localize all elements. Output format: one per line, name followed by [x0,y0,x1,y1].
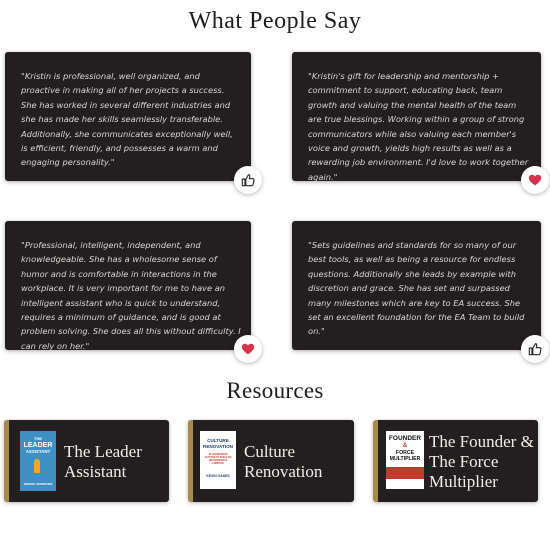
cover-text: THE [34,436,42,441]
resource-card-the-leader-assistant[interactable]: THE LEADER ASSISTANT JEREMY BURROWS The … [4,420,169,502]
book-cover: CULTURE RENOVATION 18 LEADERSHIP ACTIONS… [200,431,236,489]
thumbs-up-button[interactable] [234,166,262,194]
cover-band [386,467,424,479]
heart-icon [241,343,255,355]
resource-card-culture-renovation[interactable]: CULTURE RENOVATION 18 LEADERSHIP ACTIONS… [188,420,354,502]
cover-text: 18 LEADERSHIP ACTIONS TO BUILD AN UNSHAK… [204,453,232,465]
book-cover: THE LEADER ASSISTANT JEREMY BURROWS [20,431,56,491]
cover-figure [34,459,40,473]
heart-icon [528,174,542,186]
testimonial-card: "Kristin's gift for leadership and mento… [292,52,541,182]
book-cover: FOUNDER & FORCE MULTIPLIER [386,431,424,489]
thumbs-up-icon [528,343,542,356]
testimonial-quote: "Kristin is professional, well organized… [21,71,233,168]
cover-text: FOUNDER [388,435,422,442]
testimonial-quote: "Kristin's gift for leadership and mento… [308,71,529,182]
testimonials-heading: What People Say [188,8,362,34]
heart-button[interactable] [521,166,549,194]
thumbs-up-icon [241,174,255,187]
cover-text: CULTURE [207,438,229,443]
testimonial-card: "Professional, intelligent, independent,… [5,221,251,351]
thumbs-up-button[interactable] [521,335,549,363]
heart-button[interactable] [234,335,262,363]
cover-text: RENOVATION [203,444,233,449]
testimonial-quote: "Professional, intelligent, independent,… [21,240,241,351]
resources-heading: Resources [226,378,324,403]
cover-text: JEREMY BURROWS [23,482,53,486]
cover-text: LEADER [23,442,53,449]
resource-title: Culture Renovation [244,442,323,481]
testimonial-card: "Sets guidelines and standards for so ma… [292,221,541,350]
cover-text: & [402,443,408,449]
resource-card-the-founder-and-the-force-multiplier[interactable]: FOUNDER & FORCE MULTIPLIER The Founder &… [373,420,538,502]
cover-text: FORCE MULTIPLIER [389,450,421,462]
testimonial-card: "Kristin is professional, well organized… [5,52,251,181]
testimonial-quote: "Sets guidelines and standards for so ma… [308,240,525,337]
cover-text: ASSISTANT [25,449,51,454]
resource-title: The Leader Assistant [64,442,142,481]
cover-text: KEVIN OAKES [206,474,230,478]
resource-title: The Founder & The Force Multiplier [429,432,534,491]
